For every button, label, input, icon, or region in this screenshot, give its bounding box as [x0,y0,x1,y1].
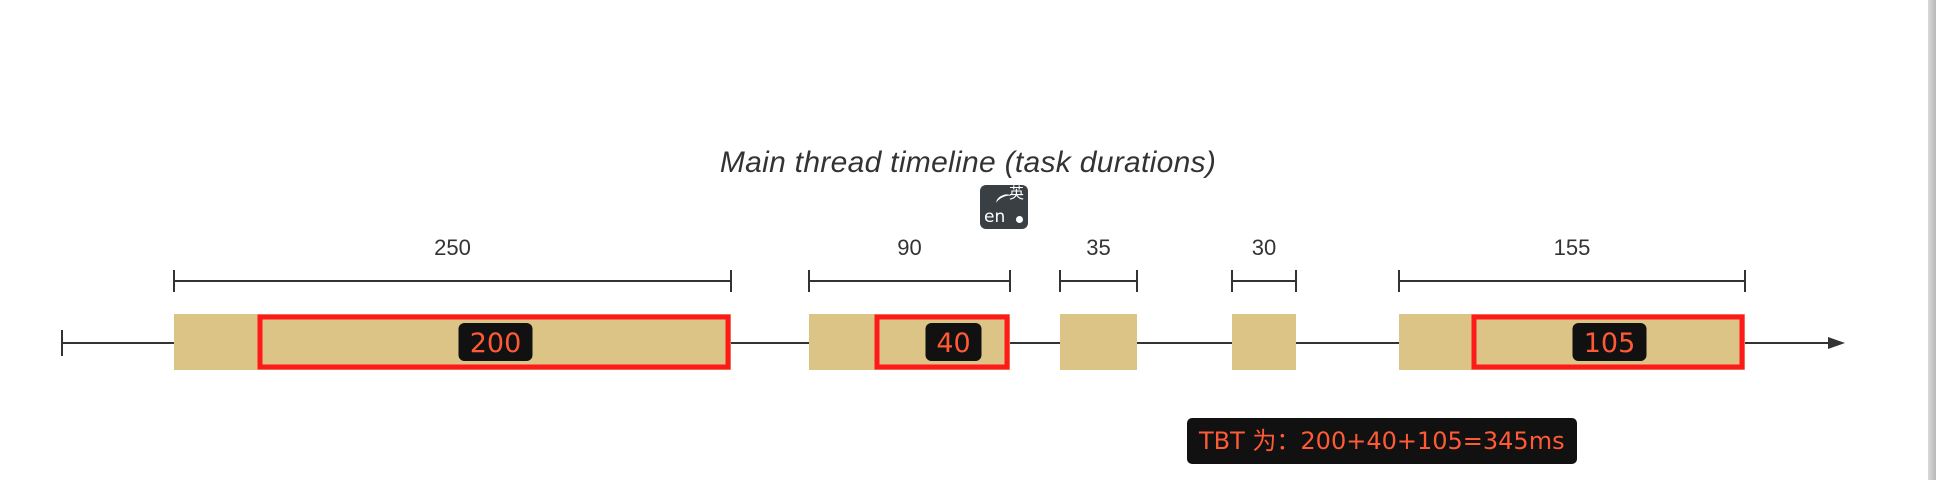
task-duration-label: 90 [897,235,921,260]
task-duration-label: 30 [1252,235,1276,260]
timeline-diagram: 250 200 90 40 35 30 155 105 [61,235,1845,370]
blocking-time-label: 40 [936,328,970,359]
blocking-time-label: 105 [1584,328,1636,359]
task-block [1060,314,1137,370]
diagram-title: Main thread timeline (task durations) [719,146,1217,179]
task-block [1399,314,1745,370]
blocking-time-label: 200 [470,328,522,359]
task-duration-label: 35 [1086,235,1110,260]
ime-cjk-glyph: 英 [1008,184,1024,202]
tbt-summary-note: TBT 为：200+40+105=345ms [1187,418,1577,464]
ime-latin-glyph: en [984,207,1006,227]
timeline-arrowhead [1828,337,1845,349]
task-duration-label: 250 [434,235,471,260]
ime-dot-icon [1016,216,1023,223]
window-right-edge [1928,0,1936,480]
task-duration-label: 155 [1554,235,1591,260]
task-block [1232,314,1296,370]
ime-language-icon[interactable]: 英 en [980,185,1028,229]
